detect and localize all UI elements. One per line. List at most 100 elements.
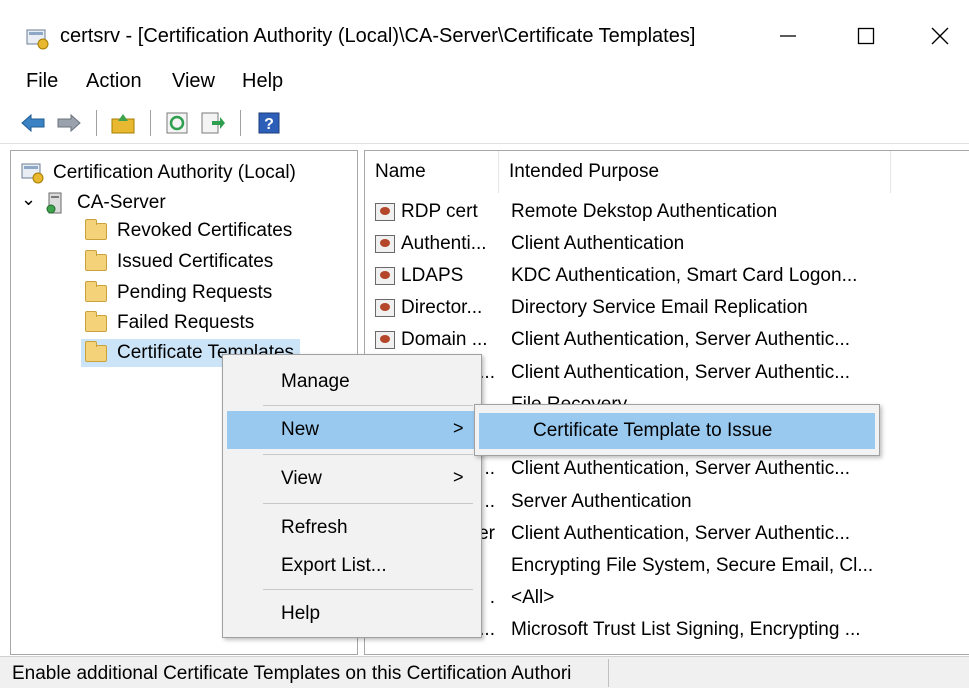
menu-item-help[interactable]: Help (227, 595, 477, 633)
tree-item-label: Issued Certificates (117, 251, 274, 272)
svg-text:?: ? (264, 116, 274, 133)
list-item-purpose: Client Authentication, Server Authentic.… (511, 362, 851, 383)
folder-icon (85, 310, 107, 332)
list-item-purpose: Client Authentication (511, 233, 685, 254)
list-item-purpose: Directory Service Email Replication (511, 297, 808, 318)
list-item[interactable]: Domain ... Client Authentication, Server … (365, 325, 969, 357)
column-header-name[interactable]: Name (365, 151, 499, 193)
list-item-purpose: <All> (511, 587, 555, 608)
certificate-template-icon (375, 203, 395, 221)
menu-item-label: Refresh (281, 517, 348, 538)
menu-item-view[interactable]: View > (227, 460, 477, 498)
tree-item-ca-server[interactable]: ⌄ CA-Server (21, 189, 166, 217)
export-list-button[interactable] (200, 110, 226, 136)
list-item-purpose: KDC Authentication, Smart Card Logon... (511, 265, 858, 286)
chevron-down-icon[interactable]: ⌄ (21, 189, 41, 210)
menu-item-refresh[interactable]: Refresh (227, 509, 477, 547)
tree-item-label: Pending Requests (117, 282, 273, 303)
list-item-name-text: .. (484, 491, 495, 512)
menu-item-certificate-template-to-issue[interactable]: Certificate Template to Issue (479, 413, 875, 449)
list-item-purpose: Encrypting File System, Secure Email, Cl… (511, 555, 874, 576)
list-item-name-text: .. (484, 458, 495, 479)
close-icon (931, 27, 949, 45)
menu-item-label: Export List... (281, 555, 387, 576)
tree-item-issued-certificates[interactable]: Issued Certificates (85, 248, 273, 276)
window-title: certsrv - [Certification Authority (Loca… (60, 25, 696, 47)
tree-item-certification-authority[interactable]: Certification Authority (Local) (21, 159, 296, 187)
list-item-name: LDAPS (375, 265, 497, 287)
list-item[interactable]: RDP cert Remote Dekstop Authentication (365, 197, 969, 229)
minimize-button[interactable] (768, 18, 808, 54)
tree-item-label: CA-Server (77, 192, 166, 213)
close-button[interactable] (920, 18, 960, 54)
title-bar: certsrv - [Certification Authority (Loca… (0, 0, 969, 64)
menu-item-manage[interactable]: Manage (227, 363, 477, 401)
folder-icon (85, 340, 107, 362)
certification-authority-icon (21, 163, 44, 184)
export-list-icon (201, 112, 225, 134)
menu-item-label: Certificate Template to Issue (533, 420, 773, 441)
submenu-arrow-icon: > (453, 418, 464, 438)
status-text: Enable additional Certificate Templates … (12, 663, 572, 684)
tree-item-label: Revoked Certificates (117, 220, 293, 241)
menu-view[interactable]: View (172, 70, 215, 93)
tree-item-failed-requests[interactable]: Failed Requests (85, 309, 254, 337)
list-item-name-text: LDAPS (401, 265, 464, 286)
column-header-intended-purpose[interactable]: Intended Purpose (499, 151, 891, 193)
tree-item-label: Failed Requests (117, 312, 255, 333)
list-item-name-text: Director... (401, 297, 483, 318)
help-toolbar-button[interactable]: ? (256, 110, 282, 136)
certificate-template-icon (375, 235, 395, 253)
folder-icon (85, 218, 107, 240)
list-item-purpose: Client Authentication, Server Authentic.… (511, 523, 851, 544)
list-item-name: Authenti... (375, 233, 497, 255)
menu-item-export-list[interactable]: Export List... (227, 547, 477, 585)
toolbar: ? (0, 102, 969, 144)
submenu-arrow-icon: > (453, 467, 464, 487)
refresh-button[interactable] (164, 110, 190, 136)
menu-item-label: View (281, 468, 322, 489)
up-folder-icon (111, 114, 135, 134)
back-button[interactable] (20, 110, 46, 136)
list-item-name: Director... (375, 297, 497, 319)
folder-icon (85, 280, 107, 302)
back-arrow-icon (21, 113, 45, 133)
list-item[interactable]: LDAPS KDC Authentication, Smart Card Logo… (365, 261, 969, 293)
maximize-button[interactable] (846, 18, 886, 54)
list-item[interactable]: Authenti... Client Authentication (365, 229, 969, 261)
list-item-name-text: RDP cert (401, 201, 478, 222)
menu-item-label: Manage (281, 371, 350, 392)
certificate-template-icon (375, 299, 395, 317)
list-item-purpose: Server Authentication (511, 491, 692, 512)
list-item-purpose: Remote Dekstop Authentication (511, 201, 778, 222)
minimize-icon (780, 35, 796, 37)
list-item-purpose: Microsoft Trust List Signing, Encrypting… (511, 619, 861, 640)
tree-item-pending-requests[interactable]: Pending Requests (85, 279, 272, 307)
certificate-template-icon (375, 267, 395, 285)
list-item-name-text: Domain ... (401, 329, 488, 350)
up-one-level-button[interactable] (110, 110, 136, 136)
refresh-icon (166, 112, 188, 134)
maximize-icon (857, 27, 875, 45)
list-item-name: Domain ... (375, 329, 497, 351)
menu-file[interactable]: File (26, 70, 58, 93)
list-item-name-text: Authenti... (401, 233, 487, 254)
certsrv-app-icon (26, 29, 49, 50)
new-submenu: Certificate Template to Issue (474, 404, 880, 456)
menu-bar: File Action View Help (0, 64, 969, 100)
help-icon: ? (258, 112, 280, 134)
menu-item-label: New (281, 419, 320, 440)
menu-item-label: Help (281, 603, 321, 624)
menu-help[interactable]: Help (242, 70, 283, 93)
menu-item-new[interactable]: New > (227, 411, 477, 449)
forward-button[interactable] (56, 110, 82, 136)
context-menu: Manage New > View > Refresh Export List...… (222, 354, 482, 638)
certificate-template-icon (375, 331, 395, 349)
list-item[interactable]: Director... Directory Service Email Repli… (365, 293, 969, 325)
tree-item-label: Certification Authority (Local) (53, 162, 296, 183)
forward-arrow-icon (57, 113, 81, 133)
folder-icon (85, 249, 107, 271)
menu-action[interactable]: Action (86, 70, 142, 93)
tree-item-revoked-certificates[interactable]: Revoked Certificates (85, 217, 292, 245)
list-item-name: RDP cert (375, 201, 497, 223)
